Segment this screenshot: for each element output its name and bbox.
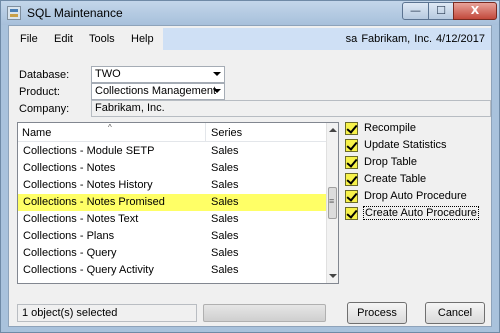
column-header-name[interactable]: Name ^: [18, 123, 206, 142]
update-statistics-label: Update Statistics: [364, 139, 447, 151]
database-label: Database:: [19, 69, 70, 81]
object-list[interactable]: Name ^ Series Collections - Module SETP …: [17, 122, 339, 284]
menu-tools[interactable]: Tools: [89, 33, 115, 45]
row-series: Sales: [211, 145, 239, 157]
scroll-up-icon[interactable]: [329, 128, 337, 132]
minimize-button[interactable]: —: [402, 2, 429, 20]
row-name: Collections - Notes Promised: [23, 196, 165, 208]
table-row[interactable]: Collections - Notes Text Sales: [18, 211, 326, 228]
menu-file[interactable]: File: [20, 33, 38, 45]
product-value: Collections Management: [95, 85, 217, 97]
row-name: Collections - Notes: [23, 162, 116, 174]
create-table-label: Create Table: [364, 173, 427, 185]
drop-table-checkbox[interactable]: [345, 156, 358, 169]
row-name: Collections - Query Activity: [23, 264, 154, 276]
maximize-button[interactable]: ☐: [428, 2, 454, 20]
table-row[interactable]: Collections - Query Sales: [18, 245, 326, 262]
menu-edit[interactable]: Edit: [54, 33, 73, 45]
table-row[interactable]: Collections - Notes Sales: [18, 160, 326, 177]
user-info-bar: sa Fabrikam, Inc. 4/12/2017: [163, 28, 491, 50]
company-label: Company:: [19, 103, 70, 115]
row-series: Sales: [211, 264, 239, 276]
chevron-down-icon: [213, 72, 221, 76]
table-row[interactable]: Collections - Query Activity Sales: [18, 262, 326, 279]
table-row[interactable]: Collections - Plans Sales: [18, 228, 326, 245]
row-name: Collections - Notes Text: [23, 213, 139, 225]
product-dropdown[interactable]: Collections Management: [91, 83, 225, 100]
client-area: File Edit Tools Help sa Fabrikam, Inc. 4…: [8, 25, 492, 327]
status-bar: 1 object(s) selected: [17, 304, 197, 322]
list-header: Name ^ Series: [18, 123, 326, 142]
progress-bar: [203, 304, 326, 322]
scroll-down-icon[interactable]: [329, 274, 337, 278]
create-auto-procedure-checkbox[interactable]: [345, 207, 358, 220]
drop-auto-procedure-checkbox[interactable]: [345, 190, 358, 203]
drop-auto-procedure-label: Drop Auto Procedure: [364, 190, 467, 202]
create-auto-procedure-label: Create Auto Procedure: [363, 206, 479, 220]
database-value: TWO: [95, 68, 121, 80]
window-title: SQL Maintenance: [27, 6, 123, 20]
drop-table-label: Drop Table: [364, 156, 417, 168]
row-series: Sales: [211, 247, 239, 259]
table-row-selected[interactable]: Collections - Notes Promised Sales: [18, 194, 326, 211]
column-header-series[interactable]: Series: [207, 123, 326, 142]
row-name: Collections - Plans: [23, 230, 115, 242]
row-name: Collections - Notes History: [23, 179, 153, 191]
row-series: Sales: [211, 196, 239, 208]
column-series-label: Series: [211, 127, 243, 139]
row-name: Collections - Query: [23, 247, 117, 259]
user-company-date: sa Fabrikam, Inc. 4/12/2017: [345, 33, 485, 45]
row-name: Collections - Module SETP: [23, 145, 155, 157]
close-button[interactable]: X: [453, 2, 497, 20]
database-dropdown[interactable]: TWO: [91, 66, 225, 83]
scrollbar-thumb[interactable]: [328, 187, 337, 219]
table-row[interactable]: Collections - Module SETP Sales: [18, 143, 326, 160]
process-button[interactable]: Process: [347, 302, 407, 324]
sql-maintenance-window: SQL Maintenance — ☐ X File Edit Tools He…: [0, 0, 500, 333]
update-statistics-checkbox[interactable]: [345, 139, 358, 152]
list-scrollbar[interactable]: [326, 123, 338, 283]
cancel-button[interactable]: Cancel: [425, 302, 485, 324]
recompile-checkbox[interactable]: [345, 122, 358, 135]
recompile-label: Recompile: [364, 122, 416, 134]
row-series: Sales: [211, 213, 239, 225]
title-bar[interactable]: SQL Maintenance — ☐ X: [1, 1, 499, 25]
row-series: Sales: [211, 162, 239, 174]
menu-help[interactable]: Help: [131, 33, 154, 45]
row-series: Sales: [211, 179, 239, 191]
product-label: Product:: [19, 86, 60, 98]
company-field: Fabrikam, Inc.: [91, 100, 491, 117]
sort-ascending-icon: ^: [108, 123, 112, 132]
company-value: Fabrikam, Inc.: [95, 102, 165, 114]
chevron-down-icon: [213, 89, 221, 93]
status-text: 1 object(s) selected: [22, 307, 118, 319]
create-table-checkbox[interactable]: [345, 173, 358, 186]
app-icon: [7, 6, 21, 20]
column-name-label: Name: [22, 127, 52, 139]
row-series: Sales: [211, 230, 239, 242]
table-row[interactable]: Collections - Notes History Sales: [18, 177, 326, 194]
